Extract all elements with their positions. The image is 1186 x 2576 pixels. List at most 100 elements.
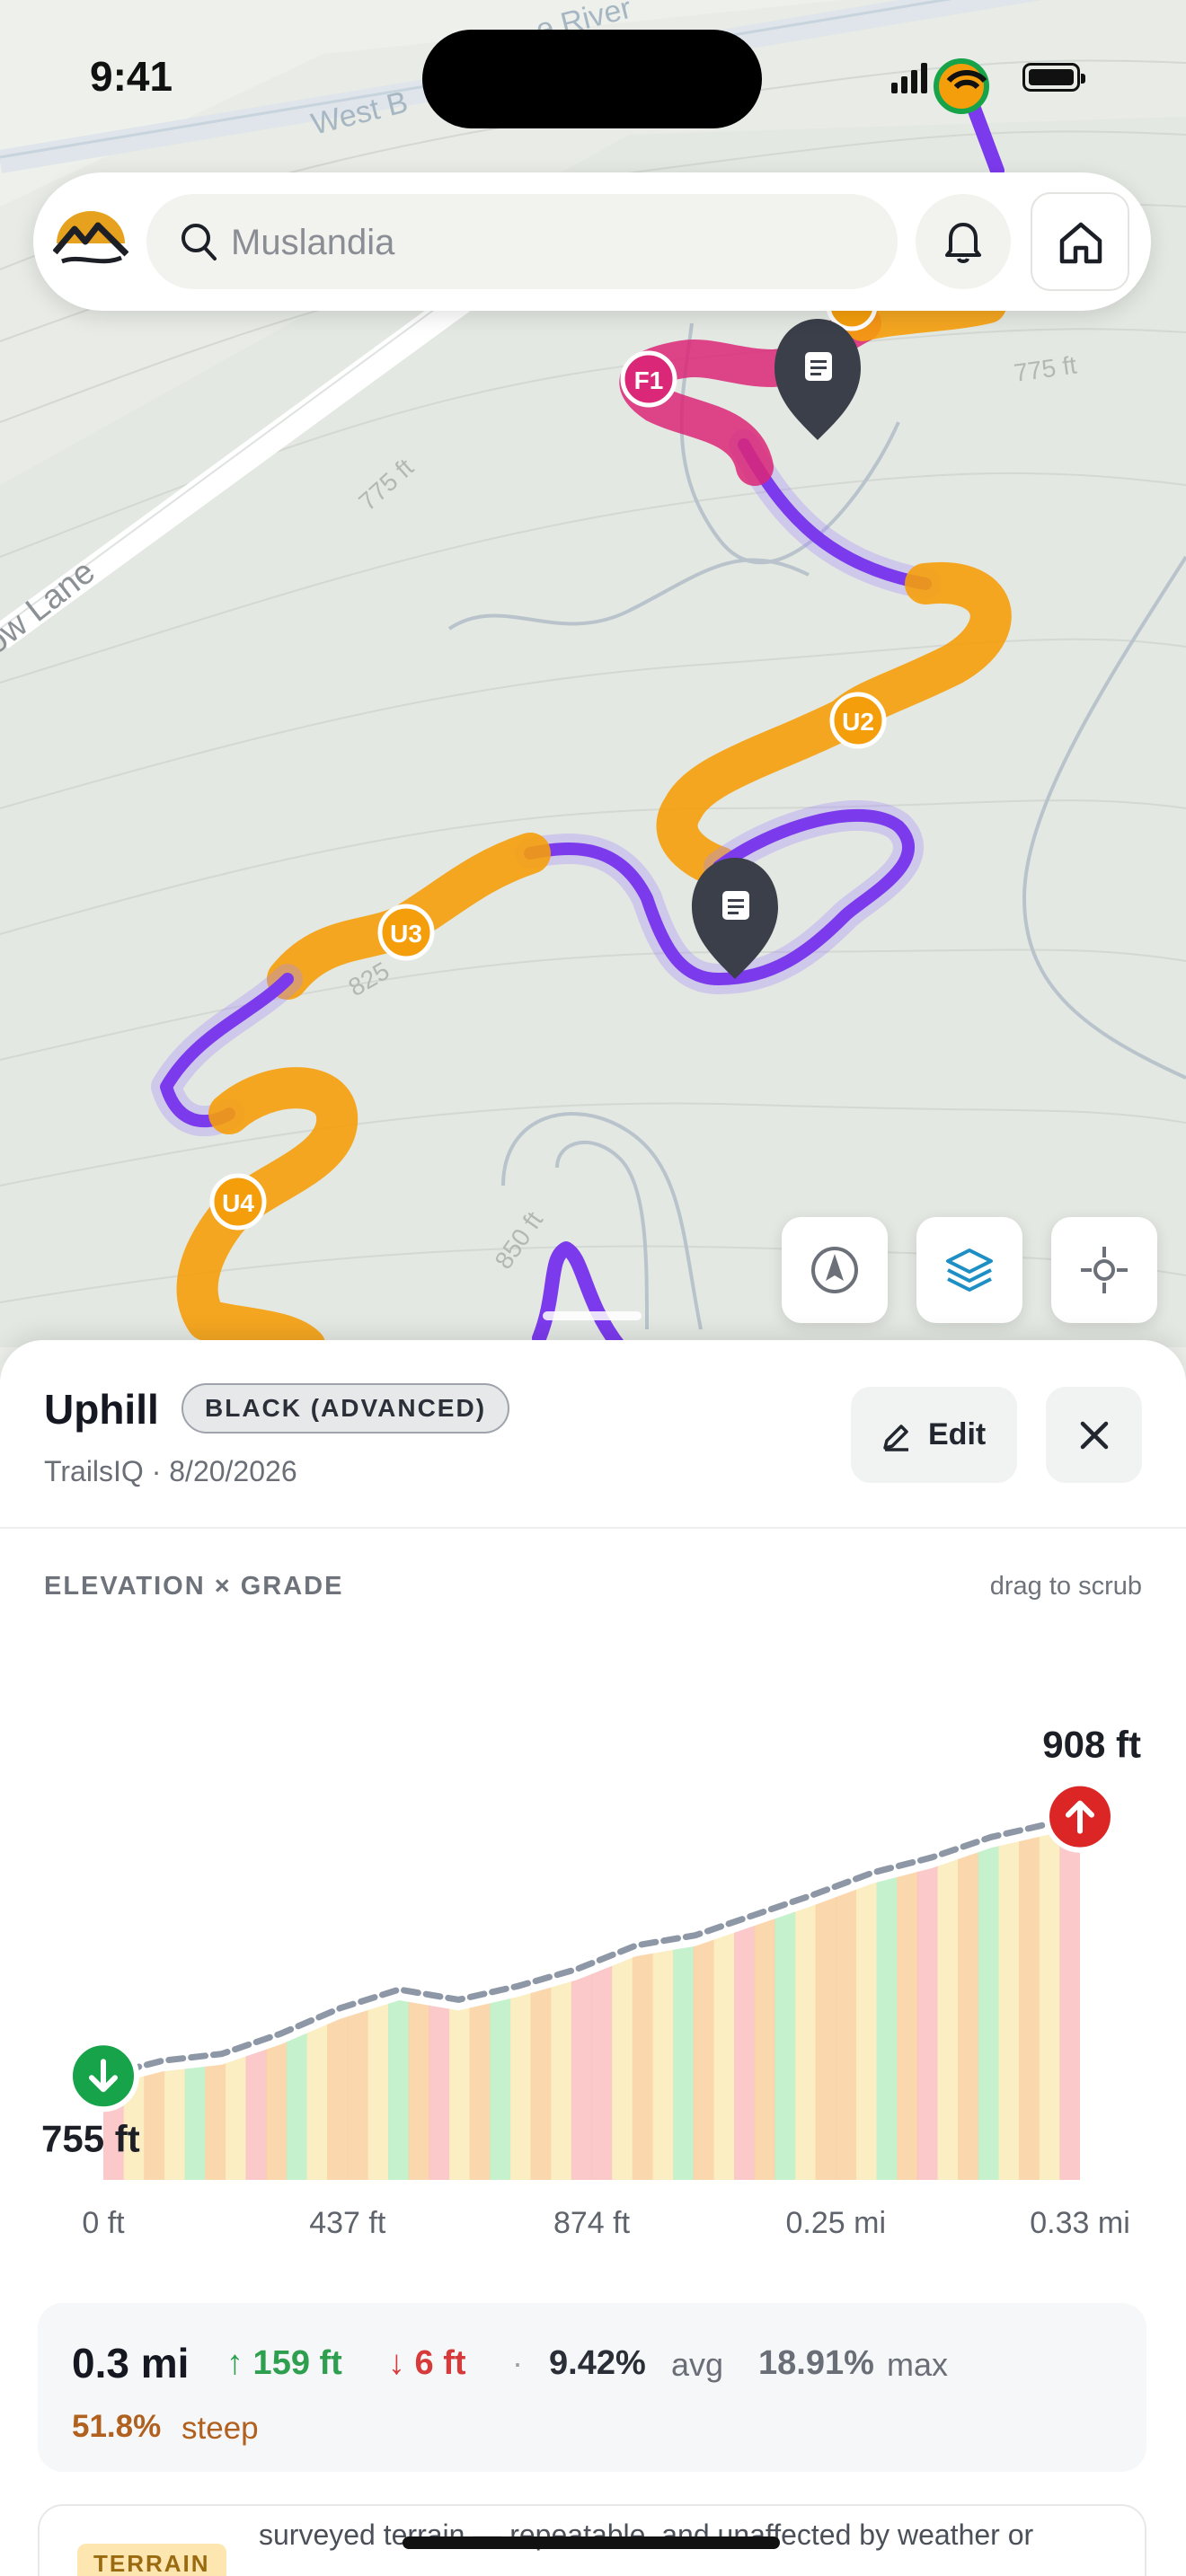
cellular-signal-icon bbox=[891, 63, 987, 93]
grade-band bbox=[184, 1827, 207, 2180]
compass-button[interactable] bbox=[782, 1217, 888, 1323]
grade-band bbox=[367, 1827, 389, 2180]
grade-band bbox=[327, 1827, 349, 2180]
marker-u3[interactable]: U3 bbox=[377, 904, 435, 961]
grade-band bbox=[286, 1827, 308, 2180]
svg-text:F1: F1 bbox=[634, 366, 664, 394]
elevation-line bbox=[100, 1813, 1084, 2079]
home-button[interactable] bbox=[1031, 192, 1129, 291]
grade-band bbox=[429, 1827, 450, 2180]
grade-band bbox=[958, 1827, 979, 2180]
grade-band bbox=[897, 1827, 918, 2180]
layers-button[interactable] bbox=[916, 1217, 1022, 1323]
grade-band bbox=[795, 1827, 817, 2180]
marker-f1[interactable]: F1 bbox=[620, 350, 677, 408]
grade-bands bbox=[103, 1827, 1080, 2180]
grade-band bbox=[1019, 1827, 1040, 2180]
x-tick-label: 874 ft bbox=[553, 2206, 631, 2240]
arrow-up-icon bbox=[1066, 1800, 1094, 1834]
grade-band bbox=[754, 1827, 776, 2180]
start-elevation-marker bbox=[67, 2040, 139, 2113]
grade-band bbox=[245, 1827, 268, 2180]
grade-band bbox=[449, 1827, 471, 2180]
grade-band bbox=[530, 1827, 553, 2180]
grade-band bbox=[836, 1827, 857, 2180]
distance-value: 0.3 mi bbox=[72, 2340, 190, 2386]
grade-band bbox=[388, 1827, 410, 2180]
status-bar: 9:41 bbox=[0, 0, 1186, 157]
avg-grade-value: 9.42% bbox=[549, 2344, 646, 2382]
grade-band bbox=[347, 1827, 369, 2180]
max-grade-label: max bbox=[887, 2346, 949, 2383]
grade-band bbox=[815, 1827, 837, 2180]
grade-band bbox=[937, 1827, 960, 2180]
avg-grade-label: avg bbox=[671, 2346, 724, 2383]
grade-band bbox=[490, 1827, 511, 2180]
locate-me-button[interactable] bbox=[1051, 1217, 1157, 1323]
status-time: 9:41 bbox=[90, 53, 173, 100]
header-divider bbox=[0, 1527, 1186, 1529]
home-icon bbox=[1059, 222, 1102, 264]
grade-band bbox=[591, 1827, 614, 2180]
svg-text:U2: U2 bbox=[842, 708, 874, 736]
stats-separator: · bbox=[512, 2344, 523, 2381]
grade-band bbox=[469, 1827, 491, 2180]
grade-band bbox=[306, 1827, 329, 2180]
bell-icon bbox=[945, 223, 981, 263]
x-tick-label: 437 ft bbox=[309, 2206, 386, 2240]
trail-stats-card: 0.3 mi ↑ 159 ft ↓ 6 ft · 9.42% avg 18.91… bbox=[38, 2303, 1146, 2472]
elevation-loss: ↓ 6 ft bbox=[388, 2344, 466, 2382]
grade-band bbox=[164, 1827, 186, 2180]
svg-text:U3: U3 bbox=[390, 920, 422, 948]
marker-u2[interactable]: U2 bbox=[829, 692, 887, 749]
grade-band bbox=[632, 1827, 654, 2180]
start-elevation-label: 755 ft bbox=[41, 2117, 140, 2159]
grade-band bbox=[123, 1827, 146, 2180]
x-tick-label: 0.25 mi bbox=[786, 2206, 887, 2240]
search-icon bbox=[181, 224, 217, 260]
search-field[interactable] bbox=[146, 194, 898, 289]
terrain-tag: TERRAIN bbox=[77, 2544, 226, 2576]
grade-band bbox=[408, 1827, 430, 2180]
pencil-icon bbox=[883, 1425, 908, 1451]
grade-band bbox=[693, 1827, 715, 2180]
battery-icon bbox=[1022, 63, 1085, 92]
edit-label: Edit bbox=[928, 1417, 987, 1451]
app-logo[interactable] bbox=[52, 206, 129, 278]
close-button[interactable] bbox=[1046, 1387, 1142, 1483]
crosshair-icon bbox=[1081, 1247, 1128, 1293]
compass-icon bbox=[811, 1247, 858, 1293]
x-tick-label: 0 ft bbox=[82, 2206, 125, 2240]
home-indicator bbox=[403, 2536, 780, 2549]
layers-icon bbox=[946, 1248, 993, 1292]
grade-band bbox=[855, 1827, 878, 2180]
grade-band bbox=[551, 1827, 572, 2180]
difficulty-badge: BLACK (ADVANCED) bbox=[181, 1383, 510, 1434]
trail-subtitle: TrailsIQ · 8/20/2026 bbox=[44, 1455, 297, 1487]
max-grade-value: 18.91% bbox=[758, 2344, 874, 2382]
grade-band bbox=[205, 1827, 226, 2180]
steep-percent-value: 51.8% bbox=[72, 2409, 162, 2444]
x-tick-label: 0.33 mi bbox=[1030, 2206, 1130, 2240]
grade-band bbox=[612, 1827, 633, 2180]
notifications-button[interactable] bbox=[916, 194, 1011, 289]
grade-band bbox=[734, 1827, 756, 2180]
svg-text:U4: U4 bbox=[222, 1189, 254, 1217]
edit-button[interactable]: Edit bbox=[851, 1387, 1017, 1483]
grade-band bbox=[916, 1827, 939, 2180]
trail-detail-sheet: Uphill BLACK (ADVANCED) TrailsIQ · 8/20/… bbox=[0, 1340, 1186, 2576]
search-input[interactable] bbox=[229, 212, 862, 273]
steep-percent-label: steep bbox=[181, 2411, 259, 2446]
grade-band bbox=[509, 1827, 532, 2180]
trail-title: Uphill bbox=[44, 1386, 159, 1433]
sheet-grabber[interactable] bbox=[543, 1311, 642, 1320]
grade-band bbox=[144, 1827, 165, 2180]
grade-band bbox=[652, 1827, 674, 2180]
end-elevation-marker bbox=[1044, 1780, 1116, 1853]
marker-u4[interactable]: U4 bbox=[209, 1173, 267, 1231]
arrow-down-icon bbox=[89, 2059, 118, 2093]
top-search-bar bbox=[33, 172, 1151, 311]
chart-section-title: ELEVATION × GRADE bbox=[44, 1572, 344, 1601]
grade-band bbox=[1039, 1827, 1061, 2180]
grade-band bbox=[998, 1827, 1020, 2180]
